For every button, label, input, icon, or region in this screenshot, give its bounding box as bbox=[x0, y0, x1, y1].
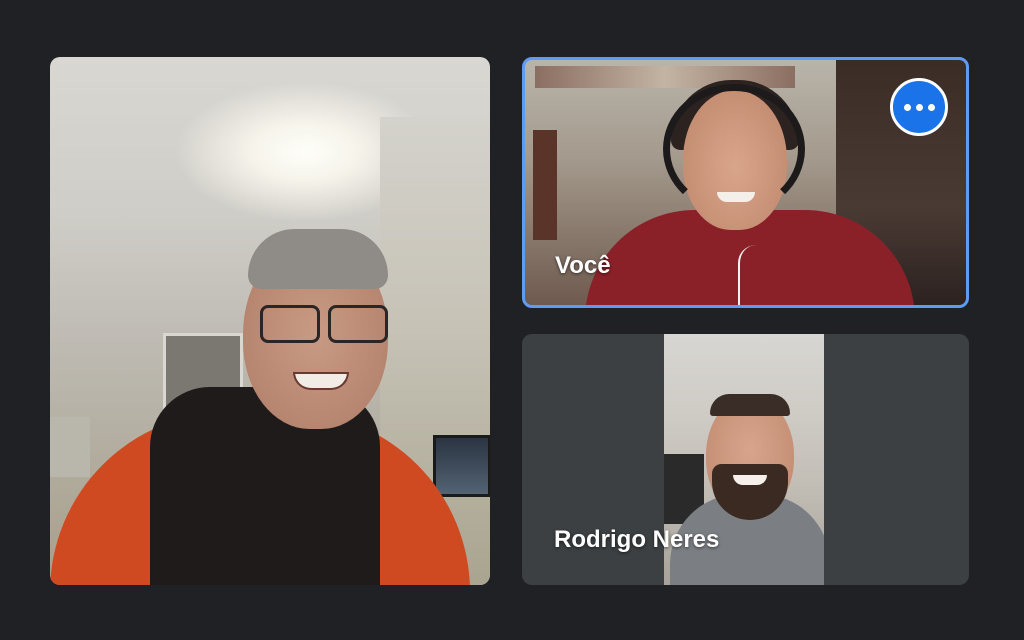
participant-name-label: Rodrigo Neres bbox=[554, 526, 720, 553]
participant-video bbox=[260, 305, 390, 343]
participant-video bbox=[738, 245, 756, 305]
participant-video bbox=[717, 192, 755, 202]
participant-tile-rodrigo[interactable]: Rodrigo Neres bbox=[522, 334, 969, 585]
participant-name-label: Você bbox=[555, 252, 611, 279]
more-options-button[interactable] bbox=[890, 78, 948, 136]
video-background bbox=[50, 417, 90, 477]
participant-video bbox=[733, 475, 767, 485]
participant-tile-self[interactable]: Você bbox=[522, 57, 969, 308]
more-horizontal-icon bbox=[901, 103, 937, 111]
video-background bbox=[533, 130, 557, 240]
participant-tile-main[interactable] bbox=[50, 57, 490, 585]
participant-video bbox=[248, 229, 388, 289]
participant-video bbox=[710, 394, 790, 416]
meeting-stage: Você Rodrigo Neres bbox=[0, 0, 1024, 640]
video-background bbox=[433, 435, 490, 497]
